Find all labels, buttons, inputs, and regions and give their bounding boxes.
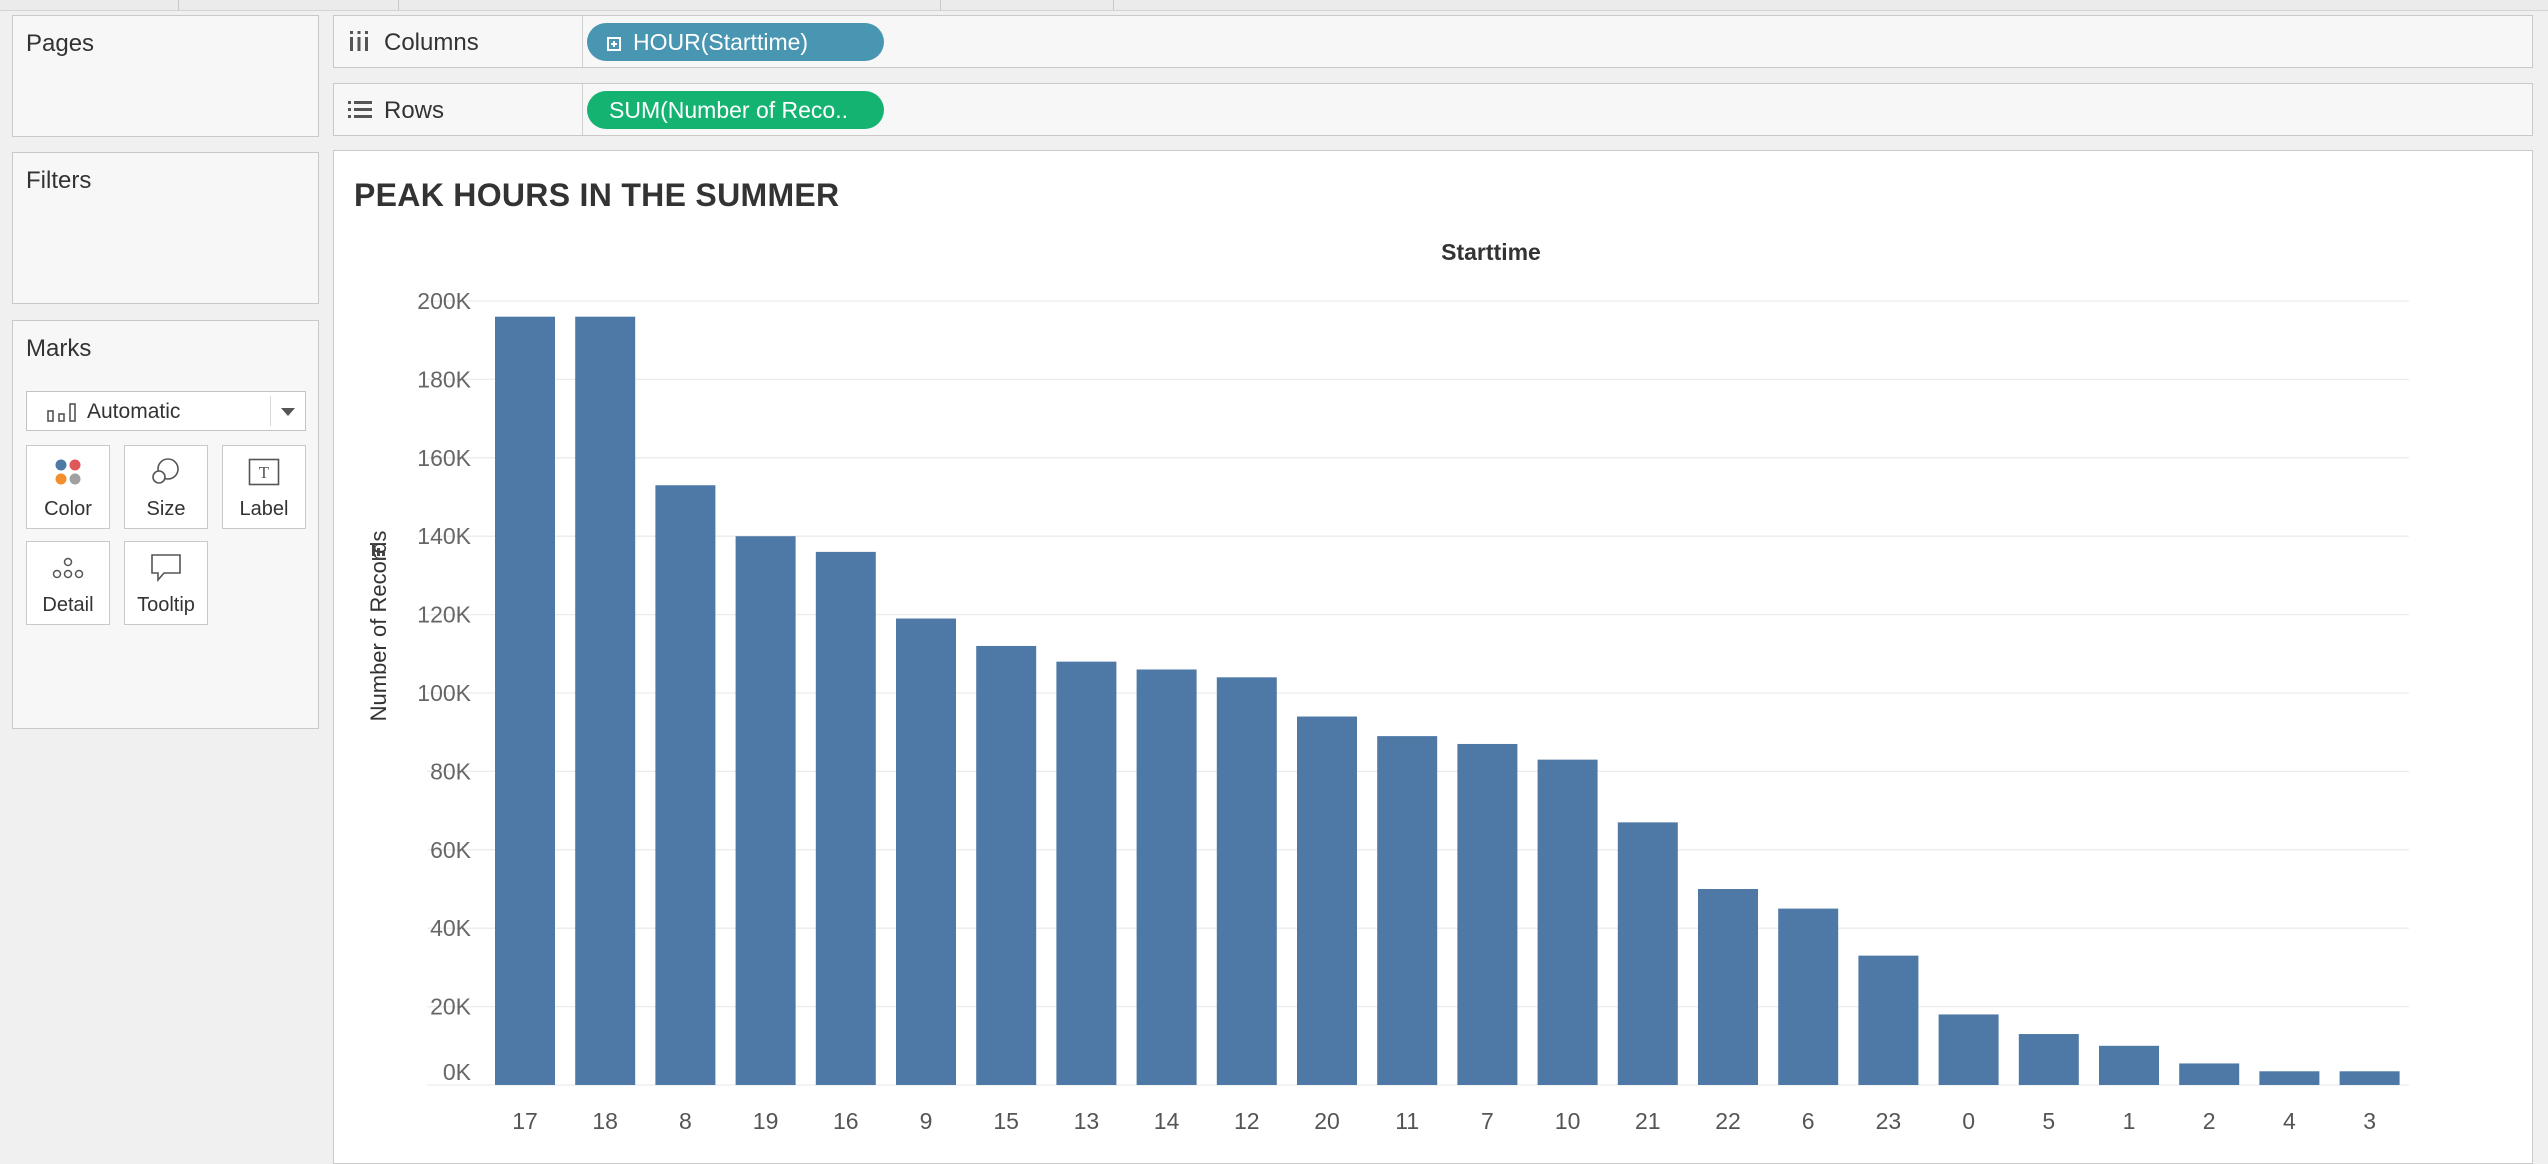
rows-pill-label: SUM(Number of Reco..	[609, 97, 849, 123]
tooltip-label: Tooltip	[137, 594, 195, 616]
viz-area: PEAK HOURS IN THE SUMMER Starttime 0K 20K…	[333, 150, 2533, 1164]
expand-plus-icon[interactable]	[607, 37, 621, 51]
y-tick-label: 80K	[430, 758, 472, 784]
columns-icon	[348, 30, 370, 57]
y-tick-label: 120K	[417, 602, 471, 628]
x-tick-label: 1	[2123, 1108, 2136, 1134]
x-tick-label: 3	[2363, 1108, 2376, 1134]
bar-hour-23[interactable]	[1858, 955, 1919, 1085]
x-tick-label: 18	[592, 1108, 618, 1134]
text-label-icon: T	[223, 456, 305, 488]
bar-hour-15[interactable]	[976, 645, 1037, 1085]
x-tick-label: 5	[2042, 1108, 2055, 1134]
y-tick-label: 0K	[443, 1059, 472, 1085]
label-button[interactable]: T Label	[222, 445, 306, 529]
marks-title: Marks	[26, 335, 92, 362]
x-tick-label: 23	[1876, 1108, 1902, 1134]
filters-label: Filters	[26, 167, 92, 194]
bar-hour-7[interactable]	[1457, 743, 1518, 1085]
y-tick-label: 200K	[417, 288, 471, 314]
speech-bubble-icon	[125, 552, 207, 584]
svg-text:T: T	[259, 463, 270, 482]
color-button[interactable]: Color	[26, 445, 110, 529]
y-tick-label: 160K	[417, 445, 471, 471]
x-tick-label: 8	[679, 1108, 692, 1134]
size-button[interactable]: Size	[124, 445, 208, 529]
x-tick-label: 0	[1962, 1108, 1975, 1134]
bar-hour-12[interactable]	[1216, 677, 1277, 1085]
bar-hour-19[interactable]	[735, 536, 796, 1085]
bar-hour-3[interactable]	[2339, 1071, 2400, 1085]
y-tick-label: 180K	[417, 366, 471, 392]
detail-button[interactable]: Detail	[26, 541, 110, 625]
mark-type-dropdown[interactable]: Automatic	[26, 391, 306, 431]
color-label: Color	[44, 498, 92, 520]
y-tick-label: 60K	[430, 837, 472, 863]
x-tick-label: 13	[1074, 1108, 1100, 1134]
bar-hour-22[interactable]	[1698, 889, 1758, 1085]
bar-hour-0[interactable]	[1938, 1014, 1999, 1085]
x-tick-label: 12	[1234, 1108, 1260, 1134]
x-tick-label: 4	[2283, 1108, 2296, 1134]
bar-hour-18[interactable]	[575, 316, 636, 1085]
y-tick-label: 20K	[430, 994, 472, 1020]
bar-hour-1[interactable]	[2099, 1045, 2159, 1085]
mark-type-label: Automatic	[87, 400, 181, 423]
bar-hour-2[interactable]	[2179, 1063, 2240, 1085]
bar-chart: 0K 20K 40K 60K 80K 100K 120K 140K 160K 180K 200K 1…	[366, 288, 2409, 1134]
top-toolbar-strip	[0, 0, 2548, 11]
filters-card[interactable]: Filters	[12, 152, 319, 304]
x-tick-label: 19	[753, 1108, 779, 1134]
bar-hour-8[interactable]	[655, 485, 716, 1085]
pages-card[interactable]: Pages	[12, 15, 319, 137]
x-tick-label: 6	[1802, 1108, 1815, 1134]
x-tick-label: 21	[1635, 1108, 1661, 1134]
bar-hour-6[interactable]	[1778, 908, 1839, 1085]
x-tick-label: 10	[1555, 1108, 1581, 1134]
x-tick-label: 15	[993, 1108, 1019, 1134]
y-tick-label: 100K	[417, 680, 471, 706]
x-tick-label: 2	[2203, 1108, 2216, 1134]
columns-label: Columns	[384, 29, 479, 56]
y-tick-label: 40K	[430, 915, 472, 941]
rows-icon	[348, 98, 372, 125]
x-tick-label: 20	[1314, 1108, 1340, 1134]
detail-dots-icon	[27, 552, 109, 584]
color-dots-icon	[27, 456, 109, 488]
detail-label: Detail	[42, 594, 94, 616]
bar-hour-16[interactable]	[815, 551, 876, 1085]
bar-hour-5[interactable]	[2018, 1034, 2079, 1085]
x-tick-label: 14	[1154, 1108, 1180, 1134]
bar-hour-11[interactable]	[1377, 736, 1438, 1085]
label-label: Label	[239, 498, 289, 520]
bar-hour-17[interactable]	[495, 316, 555, 1085]
x-tick-label: 17	[512, 1108, 538, 1134]
x-tick-label: 11	[1395, 1108, 1419, 1134]
x-tick-label: 22	[1715, 1108, 1741, 1134]
rows-shelf[interactable]: Rows SUM(Number of Reco..	[333, 83, 2533, 136]
size-label: Size	[146, 498, 186, 520]
x-tick-label: 16	[833, 1108, 859, 1134]
size-circles-icon	[125, 456, 207, 488]
marks-card: Marks Automatic Color Size T Label Detai…	[12, 320, 319, 729]
rows-label: Rows	[384, 97, 445, 124]
columns-shelf[interactable]: Columns HOUR(Starttime)	[333, 15, 2533, 68]
x-tick-label: 7	[1481, 1108, 1494, 1134]
bar-hour-10[interactable]	[1537, 759, 1598, 1085]
bar-hour-20[interactable]	[1297, 716, 1357, 1085]
x-tick-label: 9	[920, 1108, 933, 1134]
pages-label: Pages	[26, 30, 95, 57]
y-tick-label: 140K	[417, 523, 471, 549]
bar-chart-icon	[47, 402, 77, 427]
columns-pill-label: HOUR(Starttime)	[633, 29, 809, 55]
bar-hour-21[interactable]	[1617, 822, 1678, 1085]
bar-hour-9[interactable]	[896, 618, 956, 1085]
columns-pill-hour-starttime[interactable]: HOUR(Starttime)	[587, 23, 884, 61]
bar-hour-14[interactable]	[1136, 669, 1197, 1085]
bar-hour-13[interactable]	[1056, 661, 1117, 1085]
rows-pill-sum-records[interactable]: SUM(Number of Reco..	[587, 91, 884, 129]
chevron-down-icon[interactable]	[281, 408, 295, 416]
bar-hour-4[interactable]	[2259, 1071, 2320, 1085]
tooltip-button[interactable]: Tooltip	[124, 541, 208, 625]
